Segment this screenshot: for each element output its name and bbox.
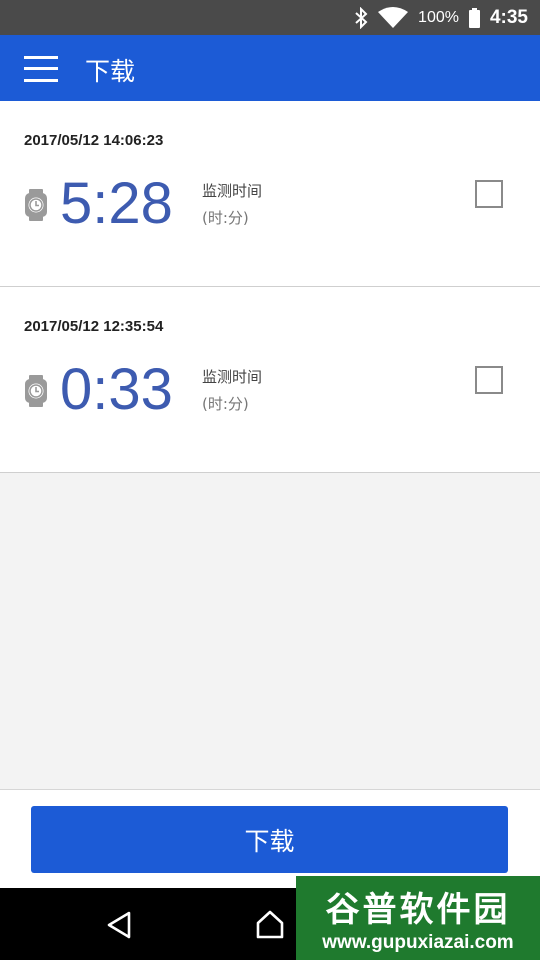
duration-unit: (时:分) [202, 395, 249, 413]
record-datetime: 2017/05/12 12:35:54 [24, 318, 164, 335]
home-icon[interactable] [254, 908, 286, 940]
hamburger-menu-icon[interactable] [24, 56, 58, 82]
record-datetime: 2017/05/12 14:06:23 [24, 132, 164, 149]
list-item[interactable]: 2017/05/12 14:06:23 5:28 监测时间 (时:分) [0, 101, 540, 287]
monitor-duration: 0:33 [60, 357, 173, 422]
back-icon[interactable] [105, 910, 135, 940]
download-button[interactable]: 下载 [31, 806, 508, 873]
status-bar: 100% 4:35 [0, 0, 540, 35]
battery-icon [468, 7, 480, 28]
watch-icon [25, 189, 47, 221]
duration-unit: (时:分) [202, 209, 249, 227]
monitor-duration: 5:28 [60, 171, 173, 236]
page-title: 下载 [85, 57, 136, 86]
wifi-icon [378, 6, 409, 28]
status-time: 4:35 [489, 6, 528, 28]
record-checkbox[interactable] [475, 366, 503, 394]
watermark-logo: 谷普软件园 www.gupuxiazai.com [296, 876, 540, 960]
duration-label: 监测时间 [202, 368, 263, 386]
bottom-panel: 下载 [0, 789, 540, 889]
battery-percent: 100% [418, 8, 459, 26]
watermark-brand: 谷普软件园 [325, 890, 511, 930]
watch-icon [25, 375, 47, 407]
list-item[interactable]: 2017/05/12 12:35:54 0:33 监测时间 (时:分) [0, 287, 540, 473]
app-bar: 下载 [0, 35, 540, 101]
watermark-url: www.gupuxiazai.com [322, 932, 514, 953]
record-list: 2017/05/12 14:06:23 5:28 监测时间 (时:分) 2017… [0, 101, 540, 473]
bluetooth-icon [355, 6, 368, 29]
record-checkbox[interactable] [475, 180, 503, 208]
duration-label: 监测时间 [202, 182, 263, 200]
